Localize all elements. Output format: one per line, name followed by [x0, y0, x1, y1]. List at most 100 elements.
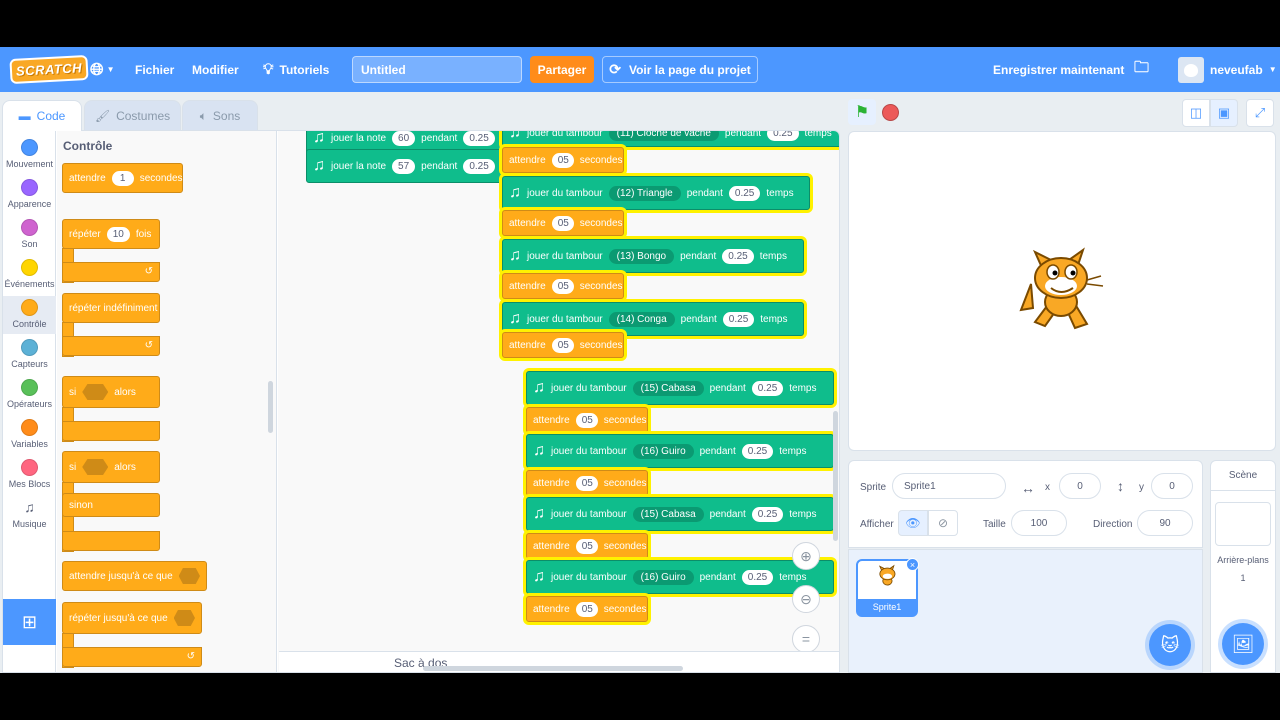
wait-block[interactable]: attendre 05 secondes: [502, 332, 624, 358]
wait-block[interactable]: attendre 05 secondes: [526, 533, 648, 559]
share-button[interactable]: Partager: [530, 56, 594, 83]
category-9[interactable]: ♫ Musique: [3, 496, 56, 534]
large-stage-button[interactable]: ▣: [1210, 99, 1238, 127]
tutorials-menu[interactable]: 💡︎ Tutoriels: [263, 47, 329, 92]
wait-input[interactable]: 05: [575, 475, 598, 491]
x-input[interactable]: 0: [1059, 473, 1101, 499]
delete-sprite-icon[interactable]: ×: [906, 558, 919, 571]
zoom-out-button[interactable]: ⊖: [792, 585, 820, 613]
category-2[interactable]: Son: [3, 216, 56, 254]
choose-backdrop-button[interactable]: 🖼︎: [1222, 623, 1264, 665]
fullscreen-button[interactable]: ⤢: [1246, 99, 1274, 127]
play-drum-block[interactable]: ♫ jouer du tambour (16) Guiro pendant 0.25 te…: [526, 560, 834, 594]
scripts-vertical-scrollbar[interactable]: [833, 411, 838, 541]
project-title-input[interactable]: Untitled: [352, 56, 522, 83]
play-drum-block[interactable]: ♫ jouer du tambour (16) Guiro pendant 0.25 te…: [526, 434, 834, 468]
condition-slot[interactable]: [173, 610, 195, 626]
wait-input[interactable]: 1: [111, 170, 134, 186]
wait-input[interactable]: 05: [551, 215, 574, 231]
language-menu[interactable]: 🌐︎ ▼: [90, 47, 115, 92]
stop-button[interactable]: [882, 104, 899, 121]
beats-input[interactable]: 0.25: [767, 131, 799, 141]
category-8[interactable]: Mes Blocs: [3, 456, 56, 494]
category-1[interactable]: Apparence: [3, 176, 56, 214]
zoom-in-button[interactable]: ⊕: [792, 542, 820, 570]
beats-input[interactable]: 0.25: [751, 380, 784, 396]
sprite-name-input[interactable]: Sprite1: [892, 473, 1006, 499]
wait-input[interactable]: 05: [551, 337, 574, 353]
scripts-horizontal-scrollbar[interactable]: [423, 666, 683, 671]
folder-icon[interactable]: 🗀: [1134, 47, 1149, 92]
size-input[interactable]: 100: [1011, 510, 1067, 536]
zoom-reset-button[interactable]: =: [792, 625, 820, 653]
beats-input[interactable]: 0.25: [463, 131, 495, 146]
choose-sprite-button[interactable]: 🐱︎: [1149, 624, 1191, 666]
show-sprite-button[interactable]: 👁︎: [898, 510, 928, 536]
play-drum-block[interactable]: ♫ jouer du tambour (15) Cabasa pendant 0.25 t…: [526, 497, 834, 531]
category-3[interactable]: Événements: [3, 256, 56, 294]
note-input[interactable]: 57: [392, 158, 416, 174]
wait-block[interactable]: attendre 05 secondes: [502, 147, 624, 173]
play-drum-block[interactable]: ♫ jouer du tambour (12) Triangle pendant 0.2…: [502, 176, 810, 210]
wait-input[interactable]: 05: [575, 601, 598, 617]
beats-input[interactable]: 0.25: [722, 248, 754, 264]
play-drum-block[interactable]: ♫ jouer du tambour (13) Bongo pendant 0.25 te…: [502, 239, 804, 273]
palette-scrollbar[interactable]: [268, 381, 273, 433]
wait-block[interactable]: attendre 05 secondes: [526, 470, 648, 496]
y-input[interactable]: 0: [1151, 473, 1193, 499]
category-4[interactable]: Contrôle: [3, 296, 56, 334]
stage[interactable]: [848, 131, 1276, 451]
repeat-input[interactable]: 10: [106, 226, 130, 242]
cat-sprite[interactable]: [1017, 244, 1109, 340]
drum-dropdown[interactable]: (16) Guiro: [632, 569, 694, 585]
if-else-block[interactable]: si alors: [62, 451, 160, 483]
sprite-tile[interactable]: × Sprite1: [856, 558, 919, 617]
category-5[interactable]: Capteurs: [3, 336, 56, 374]
wait-until-block[interactable]: attendre jusqu'à ce que: [62, 561, 207, 591]
add-extension-button[interactable]: ⊞: [3, 599, 56, 645]
beats-input[interactable]: 0.25: [751, 506, 784, 522]
forever-block[interactable]: répéter indéfiniment: [62, 293, 160, 323]
beats-input[interactable]: 0.25: [463, 158, 495, 174]
drum-dropdown[interactable]: (14) Conga: [608, 311, 675, 327]
see-project-page-button[interactable]: ⟳ Voir la page du projet: [602, 56, 758, 83]
wait-block[interactable]: attendre 05 secondes: [502, 210, 624, 236]
wait-input[interactable]: 05: [551, 152, 574, 168]
repeat-until-block[interactable]: répéter jusqu'à ce que: [62, 602, 202, 634]
tab-code[interactable]: ▬ Code: [2, 100, 82, 131]
drum-dropdown[interactable]: (15) Cabasa: [632, 380, 704, 396]
wait-input[interactable]: 05: [551, 278, 574, 294]
if-then-block[interactable]: si alors: [62, 376, 160, 408]
condition-slot[interactable]: [82, 459, 109, 475]
tab-costumes[interactable]: 🖌︎ Costumes: [84, 100, 181, 131]
play-drum-block[interactable]: ♫ jouer du tambour (11) Cloche de vache …: [502, 131, 839, 147]
repeat-block[interactable]: répéter 10 fois: [62, 219, 160, 249]
play-note-block[interactable]: ♫ jouer la note 57 pendant 0.25: [306, 149, 506, 183]
category-0[interactable]: Mouvement: [3, 136, 56, 174]
play-drum-block[interactable]: ♫ jouer du tambour (14) Conga pendant 0.25 te…: [502, 302, 804, 336]
beats-input[interactable]: 0.25: [722, 311, 755, 327]
drum-dropdown[interactable]: (16) Guiro: [632, 443, 694, 459]
beats-input[interactable]: 0.25: [728, 185, 761, 201]
beats-input[interactable]: 0.25: [741, 569, 774, 585]
wait-block[interactable]: attendre 1 secondes: [62, 163, 183, 193]
tab-sounds[interactable]: 🔈︎ Sons: [182, 100, 258, 131]
direction-input[interactable]: 90: [1137, 510, 1193, 536]
save-now-button[interactable]: Enregistrer maintenant: [993, 47, 1124, 92]
drum-dropdown[interactable]: (12) Triangle: [608, 185, 681, 201]
wait-input[interactable]: 05: [575, 538, 598, 554]
wait-input[interactable]: 05: [575, 412, 598, 428]
condition-slot[interactable]: [82, 384, 109, 400]
scratch-logo[interactable]: SCRATCH: [9, 47, 89, 92]
drum-dropdown[interactable]: (13) Bongo: [608, 248, 675, 264]
file-menu[interactable]: Fichier: [135, 47, 174, 92]
wait-block[interactable]: attendre 05 secondes: [526, 407, 648, 433]
beats-input[interactable]: 0.25: [741, 443, 774, 459]
play-drum-block[interactable]: ♫ jouer du tambour (15) Cabasa pendant 0.25 t…: [526, 371, 834, 405]
note-input[interactable]: 60: [392, 131, 416, 146]
category-7[interactable]: Variables: [3, 416, 56, 454]
wait-block[interactable]: attendre 05 secondes: [502, 273, 624, 299]
hide-sprite-button[interactable]: ⊘: [928, 510, 958, 536]
edit-menu[interactable]: Modifier: [192, 47, 239, 92]
condition-slot[interactable]: [178, 568, 200, 584]
